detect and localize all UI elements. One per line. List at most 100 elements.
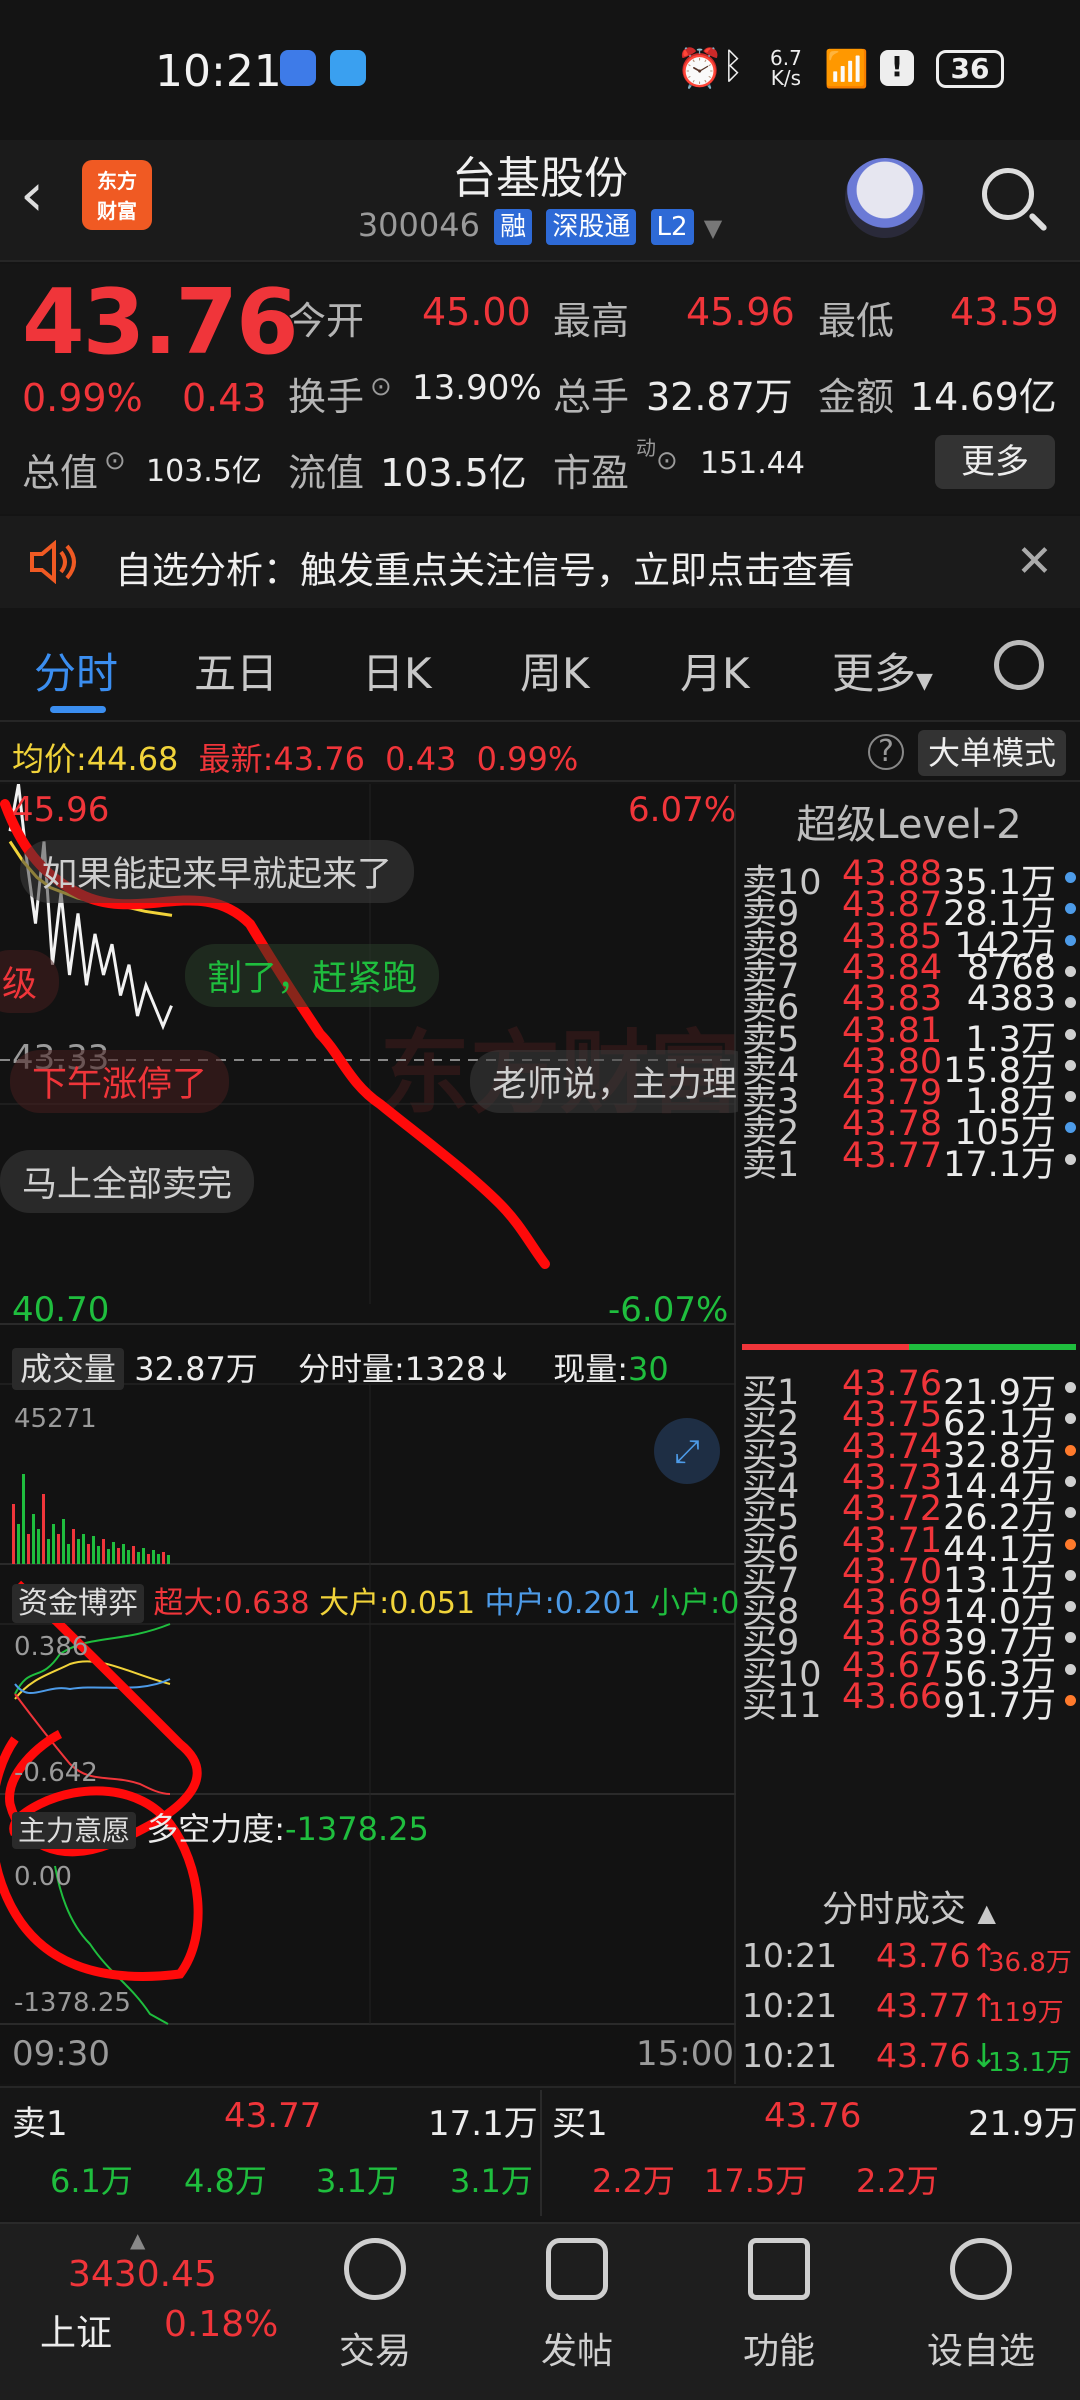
order-dot-indicator xyxy=(1065,1507,1076,1519)
tick-trades-title[interactable]: 分时成交 ▲ xyxy=(738,1880,1080,1932)
turnover-label: 换手 xyxy=(288,375,365,419)
volume-bar xyxy=(117,1548,120,1564)
tab-weekly-k[interactable]: 周K xyxy=(520,640,590,701)
order-volume: 17.1万 xyxy=(943,1144,1056,1185)
level2-title[interactable]: 超级Level-2 xyxy=(738,792,1080,850)
info-icon[interactable]: ⊙ xyxy=(370,372,392,402)
volume-bar xyxy=(162,1552,165,1564)
help-icon[interactable]: ? xyxy=(868,734,904,770)
bq-sell-vol: 17.1万 xyxy=(428,2104,538,2144)
volume-bar xyxy=(127,1550,130,1564)
order-level-label: 卖1 xyxy=(742,1144,800,1185)
force-top: 0.00 xyxy=(14,1862,72,1892)
tab-more[interactable]: 更多▼ xyxy=(832,640,933,701)
order-dot-indicator xyxy=(1065,934,1076,946)
expand-icon[interactable]: ⤢ xyxy=(654,1418,720,1484)
stock-code: 300046 xyxy=(357,206,480,244)
more-dots-icon[interactable] xyxy=(950,2238,1012,2300)
pe-sup: 动 xyxy=(636,436,656,460)
order-dot-indicator xyxy=(1065,1153,1076,1165)
comment-bubble[interactable]: 如果能起来早就起来了 xyxy=(20,840,415,903)
tab-five-day[interactable]: 五日 xyxy=(194,640,278,701)
caret-down-icon: ▼ xyxy=(916,669,933,694)
post-edit-icon[interactable] xyxy=(546,2238,608,2300)
nav-trade[interactable]: 交易 xyxy=(305,2322,445,2374)
badge-l2: L2 xyxy=(650,209,694,245)
comment-bubble[interactable]: 割了，赶紧跑 xyxy=(185,944,440,1007)
time-end: 15:00 xyxy=(636,2034,734,2074)
comment-bubble[interactable]: 老师说，主力理 xyxy=(470,1050,760,1113)
index-name[interactable]: 上证 xyxy=(40,2304,112,2356)
search-icon[interactable] xyxy=(982,168,1034,220)
index-value[interactable]: 3430.45 xyxy=(68,2254,217,2295)
flow-value: 2.2万 xyxy=(592,2162,675,2200)
turnover-value: 13.90% xyxy=(412,368,542,408)
order-dot-indicator xyxy=(1065,872,1076,883)
info-icon[interactable]: ⊙ xyxy=(656,446,678,476)
volume-bar xyxy=(132,1546,135,1564)
order-dot-indicator xyxy=(1065,1695,1076,1706)
nav-add-watchlist[interactable]: 设自选 xyxy=(911,2322,1051,2374)
volume-bar xyxy=(97,1546,100,1564)
notice-text[interactable]: 自选分析：触发重点关注信号，立即点击查看 xyxy=(115,540,855,594)
status-clock: 10:21 xyxy=(155,46,282,97)
volume-bar xyxy=(142,1548,145,1564)
apps-grid-icon[interactable] xyxy=(748,2238,810,2300)
sell-order-row[interactable]: 卖1 43.77 17.1万 xyxy=(742,1136,1078,1185)
bq-buy-vol: 21.9万 xyxy=(968,2104,1078,2144)
index-pct[interactable]: 0.18% xyxy=(164,2304,278,2345)
big-order-mode-button[interactable]: 大单模式 xyxy=(918,730,1066,776)
bq-buy-label: 买1 xyxy=(552,2104,608,2144)
gear-icon[interactable] xyxy=(994,640,1044,690)
order-dot-indicator xyxy=(1065,1663,1076,1675)
mktcap-label: 总值 xyxy=(22,451,99,495)
wifi-icon: 📶 xyxy=(824,49,869,90)
capital-game-header: 资金博弈 超大:0.638 大户:0.051 中户:0.201 小户:0.386 xyxy=(12,1578,806,1623)
volume-bar xyxy=(72,1529,75,1564)
tab-daily-k[interactable]: 日K xyxy=(362,640,432,701)
volume-label: 总手 xyxy=(553,375,630,419)
order-dot-indicator xyxy=(1065,1538,1076,1550)
volume-max: 45271 xyxy=(14,1404,97,1434)
flow-value: 17.5万 xyxy=(704,2162,808,2200)
tick-price: 43.76 xyxy=(876,2036,971,2075)
flow-value: 3.1万 xyxy=(316,2162,399,2200)
force-bottom: -1378.25 xyxy=(14,1988,131,2018)
nav-post[interactable]: 发帖 xyxy=(507,2322,647,2374)
close-icon[interactable]: ✕ xyxy=(1016,536,1053,587)
nav-functions[interactable]: 功能 xyxy=(709,2322,849,2374)
more-quote-button[interactable]: 更多 xyxy=(935,435,1055,489)
comment-bubble[interactable]: 下午涨停了 xyxy=(10,1050,230,1113)
volume-bar xyxy=(37,1529,40,1564)
buy-order-row[interactable]: 买11 43.66 91.7万 xyxy=(742,1677,1078,1726)
big-household-line xyxy=(14,1660,171,1700)
volume-bar xyxy=(122,1544,125,1564)
volume-bar xyxy=(62,1519,65,1564)
comment-bubble[interactable]: 马上全部卖完 xyxy=(0,1150,255,1213)
volume-bar xyxy=(32,1514,35,1564)
battery-icon: 36 xyxy=(936,50,1004,88)
volume-bar xyxy=(92,1536,95,1564)
volume-selector[interactable]: 成交量 xyxy=(12,1348,125,1390)
y-axis-bottom-pct: -6.07% xyxy=(608,1290,729,1330)
volume-bar xyxy=(87,1544,90,1564)
volume-bar xyxy=(112,1542,115,1564)
bq-buy-price: 43.76 xyxy=(764,2096,862,2136)
tick-volume: 36.8万 xyxy=(988,1948,1072,1978)
tick-volume: 119万 xyxy=(988,1998,1064,2028)
trade-icon[interactable] xyxy=(344,2238,406,2300)
change-amount: 0.43 xyxy=(182,376,267,420)
tab-monthly-k[interactable]: 月K xyxy=(680,640,750,701)
bid-ask-divider xyxy=(742,1344,1076,1350)
info-icon[interactable]: ⊙ xyxy=(104,446,126,476)
tab-intraday[interactable]: 分时 xyxy=(34,640,118,701)
tick-price: 43.76 xyxy=(876,1936,971,1975)
bluetooth-icon: ᛒ xyxy=(722,46,744,87)
order-dot-indicator xyxy=(1065,1382,1076,1393)
high-label: 最高 xyxy=(553,299,630,343)
tick-volume: 13.1万 xyxy=(988,2048,1072,2078)
robot-assistant-avatar[interactable] xyxy=(845,158,925,238)
float-value: 103.5亿 xyxy=(380,451,527,495)
comment-bubble[interactable]: 级 xyxy=(0,950,60,1013)
game-top: 0.386 xyxy=(14,1632,89,1662)
